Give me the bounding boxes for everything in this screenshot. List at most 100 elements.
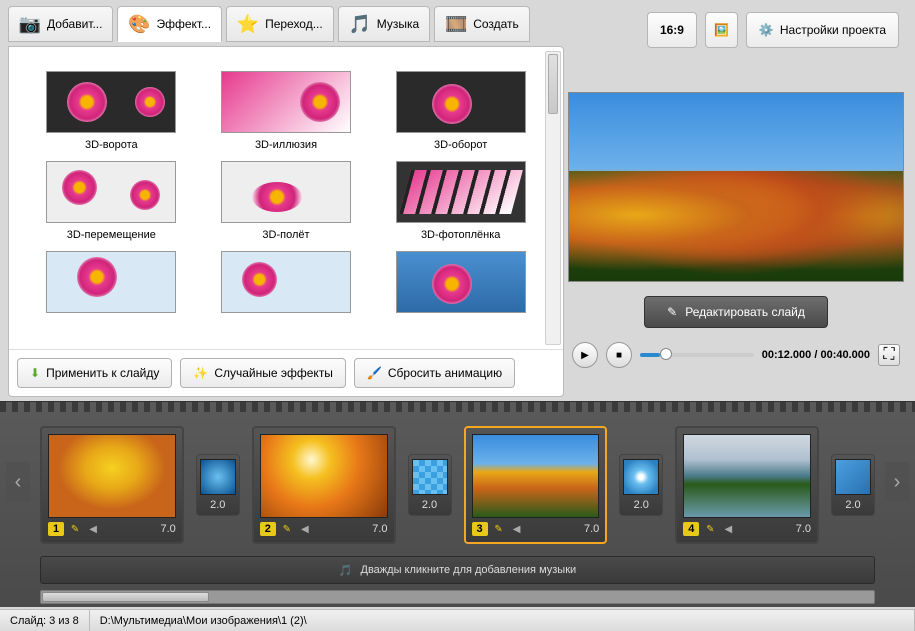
playback-controls: ▶ ■ 00:12.000 / 00:40.000 ⛶ [568, 342, 904, 368]
slide-card[interactable]: 2 ✎ ◀ 7.0 [252, 426, 396, 544]
transition-duration: 2.0 [422, 499, 437, 511]
effect-item[interactable]: 3D-иллюзия [214, 71, 359, 151]
transition-thumb [835, 459, 871, 495]
slide-info: 2 ✎ ◀ 7.0 [260, 522, 388, 536]
slide-thumb [260, 434, 388, 518]
camera-icon: 📷 [19, 13, 41, 35]
edit-icon[interactable]: ✎ [280, 522, 294, 536]
random-effects-button[interactable]: ✨ Случайные эффекты [180, 358, 346, 388]
scroll-thumb[interactable] [548, 54, 558, 114]
music-hint-label: Дважды кликните для добавления музыки [361, 564, 577, 576]
main-area: 3D-ворота 3D-иллюзия 3D-оборот 3D-переме… [0, 46, 915, 401]
preview-panel: ✎ Редактировать слайд ▶ ■ 00:12.000 / 00… [568, 46, 904, 401]
apply-label: Применить к слайду [46, 366, 159, 380]
sound-icon[interactable]: ◀ [298, 522, 312, 536]
transition-card[interactable]: 2.0 [619, 454, 663, 516]
slide-info: 1 ✎ ◀ 7.0 [48, 522, 176, 536]
gear-icon: ⚙️ [759, 23, 774, 37]
effects-scrollbar[interactable] [545, 51, 561, 345]
tab-transitions[interactable]: ⭐ Переход... [226, 6, 334, 42]
theme-button[interactable]: 🖼️ [705, 12, 738, 48]
reset-animation-button[interactable]: 🖌️ Сбросить анимацию [354, 358, 515, 388]
tab-effects-label: Эффект... [156, 17, 211, 31]
fullscreen-button[interactable]: ⛶ [878, 344, 900, 366]
slide-card[interactable]: 1 ✎ ◀ 7.0 [40, 426, 184, 544]
project-settings-button[interactable]: ⚙️ Настройки проекта [746, 12, 899, 48]
apply-to-slide-button[interactable]: ⬇ Применить к слайду [17, 358, 172, 388]
tab-add[interactable]: 📷 Добавит... [8, 6, 113, 42]
slide-thumb [472, 434, 600, 518]
time-thumb[interactable] [660, 348, 672, 360]
slide-thumb [48, 434, 176, 518]
edit-icon[interactable]: ✎ [492, 522, 506, 536]
edit-slide-button[interactable]: ✎ Редактировать слайд [644, 296, 828, 328]
project-settings-label: Настройки проекта [780, 23, 886, 37]
effect-label: 3D-оборот [434, 139, 487, 151]
slide-info: 4 ✎ ◀ 7.0 [683, 522, 811, 536]
transition-duration: 2.0 [210, 499, 225, 511]
effect-thumb [221, 161, 351, 223]
aspect-ratio-label: 16:9 [660, 23, 684, 37]
effect-item[interactable]: 3D-оборот [388, 71, 533, 151]
transition-duration: 2.0 [634, 499, 649, 511]
palette-icon: 🎨 [128, 13, 150, 35]
timeline-prev-button[interactable]: ‹ [6, 462, 30, 502]
transition-duration: 2.0 [845, 499, 860, 511]
transition-card[interactable]: 2.0 [408, 454, 452, 516]
effect-item[interactable] [214, 251, 359, 313]
sound-icon[interactable]: ◀ [510, 522, 524, 536]
effect-item[interactable] [388, 251, 533, 313]
reset-label: Сбросить анимацию [388, 366, 502, 380]
effect-item[interactable]: 3D-перемещение [39, 161, 184, 241]
edit-icon[interactable]: ✎ [703, 522, 717, 536]
effects-panel: 3D-ворота 3D-иллюзия 3D-оборот 3D-переме… [8, 46, 564, 397]
aspect-ratio-button[interactable]: 16:9 [647, 12, 697, 48]
timeline-scroll-thumb[interactable] [42, 592, 209, 602]
edit-icon[interactable]: ✎ [68, 522, 82, 536]
stop-button[interactable]: ■ [606, 342, 632, 368]
music-note-icon: 🎵 [339, 564, 353, 577]
effect-label: 3D-иллюзия [255, 139, 317, 151]
random-label: Случайные эффекты [214, 366, 333, 380]
tab-create[interactable]: 🎞️ Создать [434, 6, 530, 42]
top-toolbar: 📷 Добавит... 🎨 Эффект... ⭐ Переход... 🎵 … [0, 0, 915, 46]
star-icon: ⭐ [237, 13, 259, 35]
effect-thumb [46, 71, 176, 133]
tab-create-label: Создать [473, 17, 519, 31]
effect-label: 3D-перемещение [67, 229, 156, 241]
sound-icon[interactable]: ◀ [86, 522, 100, 536]
film-edge-top [0, 402, 915, 412]
tab-music-label: Музыка [377, 17, 419, 31]
tab-effects[interactable]: 🎨 Эффект... [117, 6, 222, 42]
transition-thumb [623, 459, 659, 495]
play-button[interactable]: ▶ [572, 342, 598, 368]
slide-number: 4 [683, 522, 699, 536]
slide-card-selected[interactable]: 3 ✎ ◀ 7.0 [464, 426, 608, 544]
time-slider[interactable] [640, 353, 754, 357]
picture-icon: 🖼️ [714, 23, 729, 37]
timeline: ‹ › 1 ✎ ◀ 7.0 2.0 2 ✎ ◀ 7.0 [0, 401, 915, 607]
music-track[interactable]: 🎵 Дважды кликните для добавления музыки [40, 556, 875, 584]
transition-card[interactable]: 2.0 [831, 454, 875, 516]
sound-icon[interactable]: ◀ [721, 522, 735, 536]
effect-thumb [46, 251, 176, 313]
timeline-next-button[interactable]: › [885, 462, 909, 502]
slide-info: 3 ✎ ◀ 7.0 [472, 522, 600, 536]
arrow-down-icon: ⬇ [30, 366, 40, 380]
status-slide: Слайд: 3 из 8 [0, 610, 90, 631]
tab-music[interactable]: 🎵 Музыка [338, 6, 430, 42]
transition-thumb [412, 459, 448, 495]
edit-slide-label: Редактировать слайд [685, 305, 805, 319]
slide-duration: 7.0 [160, 523, 175, 535]
timeline-scrollbar[interactable] [40, 590, 875, 604]
status-path: D:\Мультимедиа\Мои изображения\1 (2)\ [90, 610, 915, 631]
transition-card[interactable]: 2.0 [196, 454, 240, 516]
effect-thumb [221, 71, 351, 133]
effect-item[interactable] [39, 251, 184, 313]
effect-item[interactable]: 3D-полёт [214, 161, 359, 241]
slide-duration: 7.0 [796, 523, 811, 535]
effect-item[interactable]: 3D-фотоплёнка [388, 161, 533, 241]
effect-item[interactable]: 3D-ворота [39, 71, 184, 151]
effects-actions: ⬇ Применить к слайду ✨ Случайные эффекты… [9, 349, 563, 396]
slide-card[interactable]: 4 ✎ ◀ 7.0 [675, 426, 819, 544]
